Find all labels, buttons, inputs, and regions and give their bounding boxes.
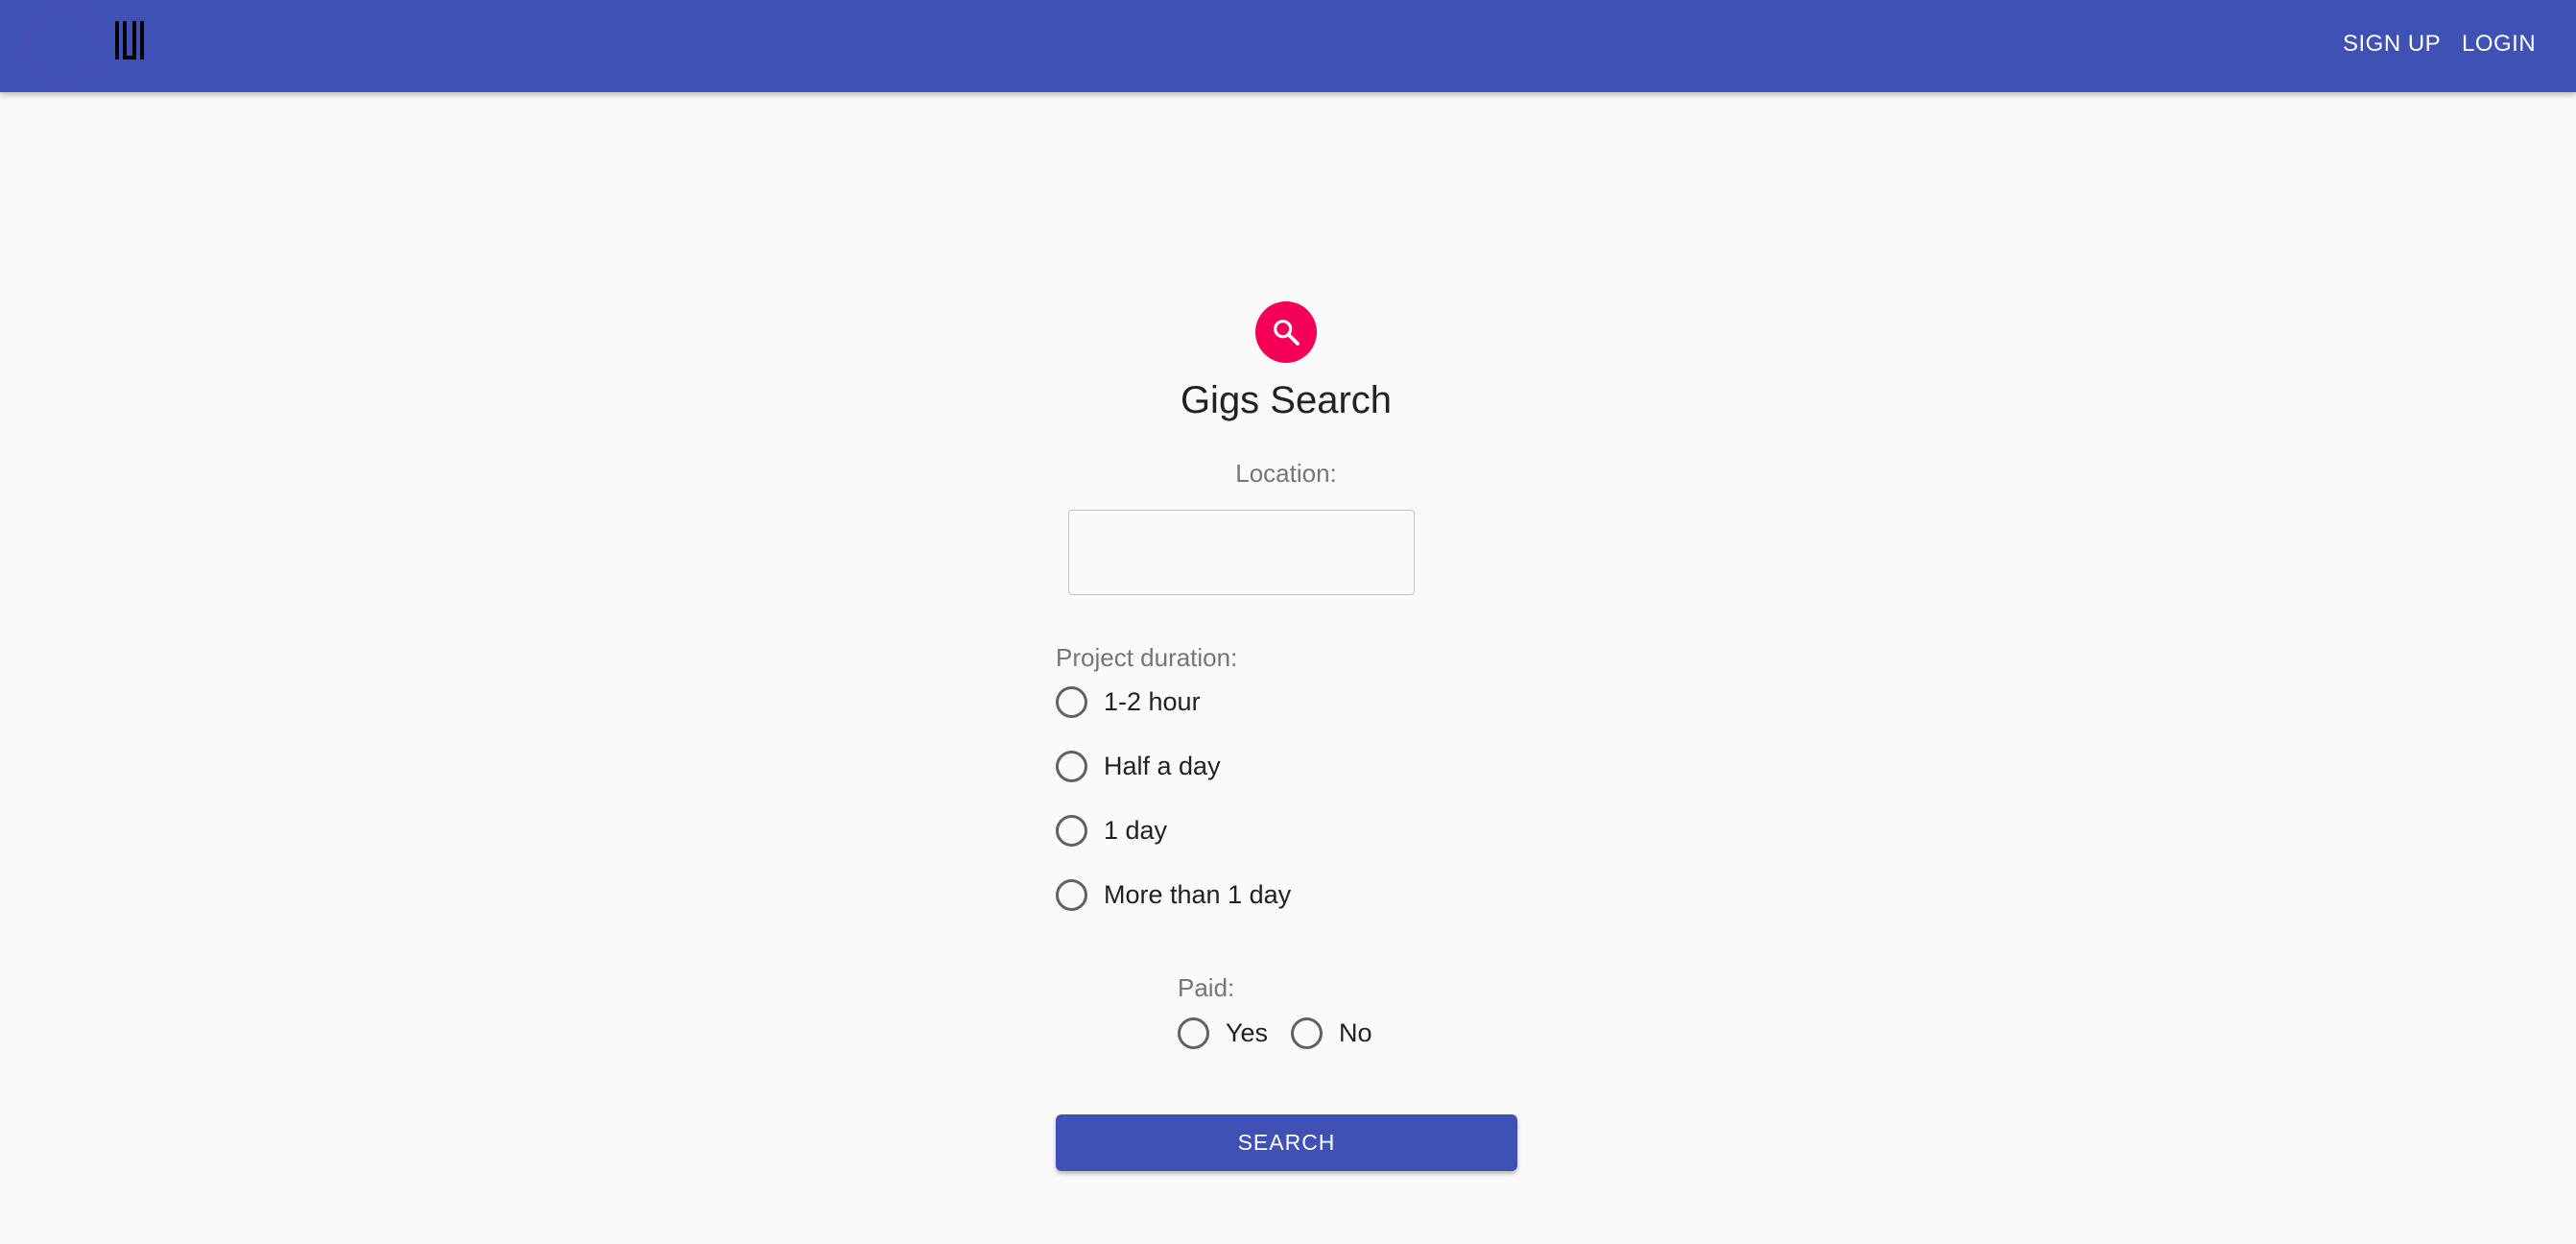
radio-label: 1 day [1104, 816, 1168, 845]
radio-button-icon[interactable] [1178, 1017, 1209, 1049]
radio-button-icon[interactable] [1056, 685, 1087, 718]
app-bar: SIGN UP LOGIN [0, 0, 2576, 92]
radio-button-icon[interactable] [1056, 878, 1087, 911]
logo-icon[interactable] [115, 21, 144, 60]
duration-option-more-than-1-day[interactable]: More than 1 day [1056, 875, 1291, 914]
duration-option-1-day[interactable]: 1 day [1056, 811, 1167, 849]
page-title: Gigs Search [1180, 379, 1393, 421]
login-button[interactable]: LOGIN [2462, 27, 2536, 61]
sign-up-button[interactable]: SIGN UP [2343, 27, 2441, 61]
radio-button-icon[interactable] [1056, 814, 1087, 847]
paid-option-no[interactable]: No [1291, 1014, 1372, 1052]
radio-label: No [1339, 1018, 1372, 1047]
radio-label: Half a day [1104, 752, 1221, 780]
location-label: Location: [1235, 459, 1337, 488]
logo-circle-decoration [25, 8, 100, 83]
radio-label: Yes [1226, 1018, 1269, 1047]
radio-button-icon[interactable] [1291, 1017, 1323, 1049]
duration-option-1-2-hour[interactable]: 1-2 hour [1056, 682, 1201, 721]
radio-label: 1-2 hour [1104, 687, 1201, 716]
search-button[interactable]: SEARCH [1056, 1114, 1517, 1171]
paid-option-yes[interactable]: Yes [1178, 1014, 1268, 1052]
search-avatar [1255, 301, 1317, 363]
radio-button-icon[interactable] [1056, 750, 1087, 782]
duration-option-half-day[interactable]: Half a day [1056, 747, 1221, 785]
location-input[interactable] [1068, 510, 1415, 595]
project-duration-label: Project duration: [1056, 643, 1238, 672]
search-icon [1274, 320, 1300, 346]
paid-label: Paid: [1178, 973, 1235, 1002]
radio-label: More than 1 day [1104, 880, 1292, 909]
